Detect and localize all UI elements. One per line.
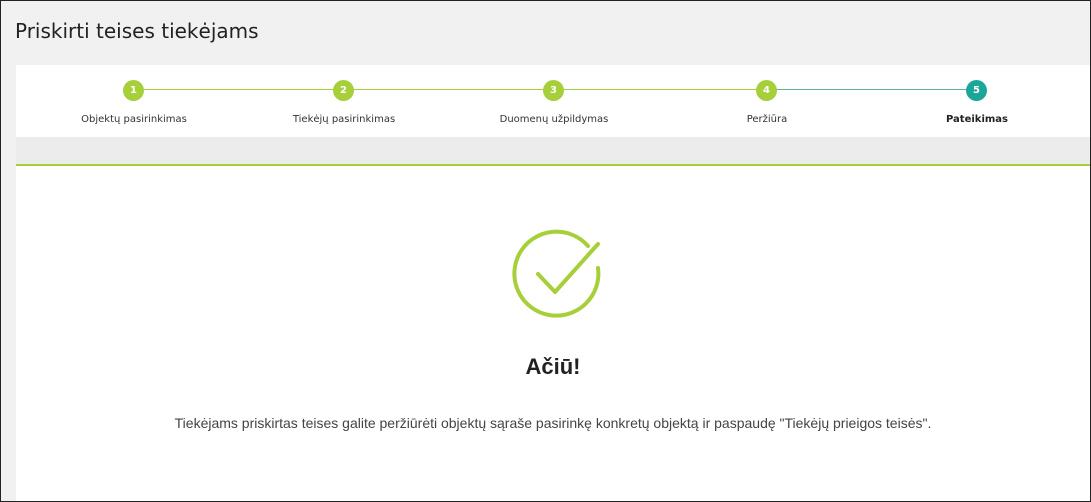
step-1-label: Objektų pasirinkimas bbox=[81, 114, 187, 125]
step-1-marker[interactable]: 1 bbox=[123, 80, 144, 101]
success-heading: Ačiū! bbox=[525, 354, 581, 379]
wizard-stepper: 1 Objektų pasirinkimas 2 Tiekėjų pasirin… bbox=[16, 65, 1090, 137]
success-message: Tiekėjams priskirtas teises galite perži… bbox=[174, 415, 932, 431]
step-5-marker: 5 bbox=[966, 80, 987, 101]
step-3-marker[interactable]: 3 bbox=[543, 80, 564, 101]
step-2-marker[interactable]: 2 bbox=[333, 80, 354, 101]
stepper-footer-bar bbox=[16, 137, 1090, 164]
page-title: Priskirti teises tiekėjams bbox=[15, 19, 259, 43]
step-connector-3-4 bbox=[565, 89, 776, 90]
step-connector-1-2 bbox=[144, 89, 354, 90]
step-3-label: Duomenų užpildymas bbox=[499, 114, 609, 125]
step-connector-2-3 bbox=[354, 89, 565, 90]
step-2-label: Tiekėjų pasirinkimas bbox=[292, 114, 396, 125]
app-window: Priskirti teises tiekėjams 1 Objektų pas… bbox=[0, 0, 1091, 502]
step-connector-4-5 bbox=[776, 89, 976, 90]
step-4-label: Peržiūra bbox=[746, 114, 788, 125]
success-panel: Ačiū! Tiekėjams priskirtas teises galite… bbox=[16, 164, 1090, 501]
step-5-label: Pateikimas bbox=[946, 114, 1008, 125]
step-4-marker[interactable]: 4 bbox=[756, 80, 777, 101]
check-circle-icon bbox=[512, 229, 601, 318]
